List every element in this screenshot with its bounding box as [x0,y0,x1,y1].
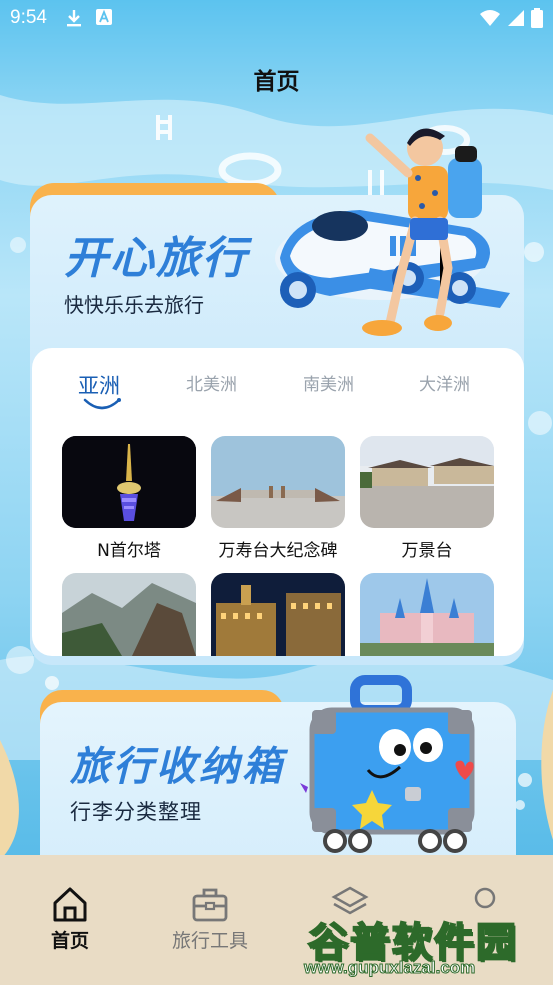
place-thumbnail [62,573,196,656]
place-name: 万寿台大纪念碑 [218,541,338,561]
download-icon [66,10,81,27]
place-name: N首尔塔 [97,541,161,561]
watermark-overlay: 谷普软件园 www.gupuxlazal.com [300,888,553,985]
airplane-traveler-illustration [275,128,510,336]
tab-south-america[interactable]: 南美洲 [303,370,354,395]
nav-label-travel-tools: 旅行工具 [171,930,248,952]
place-thumbnail [360,436,494,528]
luggage-card-subtitle: 行李分类整理 [70,800,202,824]
watermark-url: www.gupuxlazal.com [303,958,476,978]
nav-item-travel-tools[interactable]: 旅行工具 [160,884,260,953]
toolbox-icon [192,888,228,922]
continent-tabs: 亚洲 北美洲 南美洲 大洋洲 [32,366,524,398]
status-bar: 9:54 [0,0,553,36]
suitcase-illustration [300,675,475,853]
status-time: 9:54 [10,7,47,28]
luggage-card-title: 旅行收纳箱 [70,744,285,790]
tab-north-america[interactable]: 北美洲 [186,370,237,395]
place-thumbnail [360,573,494,656]
place-thumbnail [62,436,196,528]
place-thumbnail [211,436,345,528]
a-box-icon [95,9,112,25]
page-title: 首页 [253,69,300,95]
travel-card-title: 开心旅行 [64,233,248,284]
battery-icon [531,8,543,28]
signal-icon [508,10,524,26]
home-icon [53,887,87,922]
wifi-icon [480,10,500,26]
active-tab-indicator [83,398,121,410]
nav-item-home[interactable]: 首页 [40,884,100,953]
travel-card-subtitle: 快快乐乐去旅行 [64,293,204,317]
tab-oceania[interactable]: 大洋洲 [419,370,470,395]
nav-label-home: 首页 [50,930,89,952]
place-name: 万景台 [401,541,453,561]
place-thumbnail [211,573,345,656]
